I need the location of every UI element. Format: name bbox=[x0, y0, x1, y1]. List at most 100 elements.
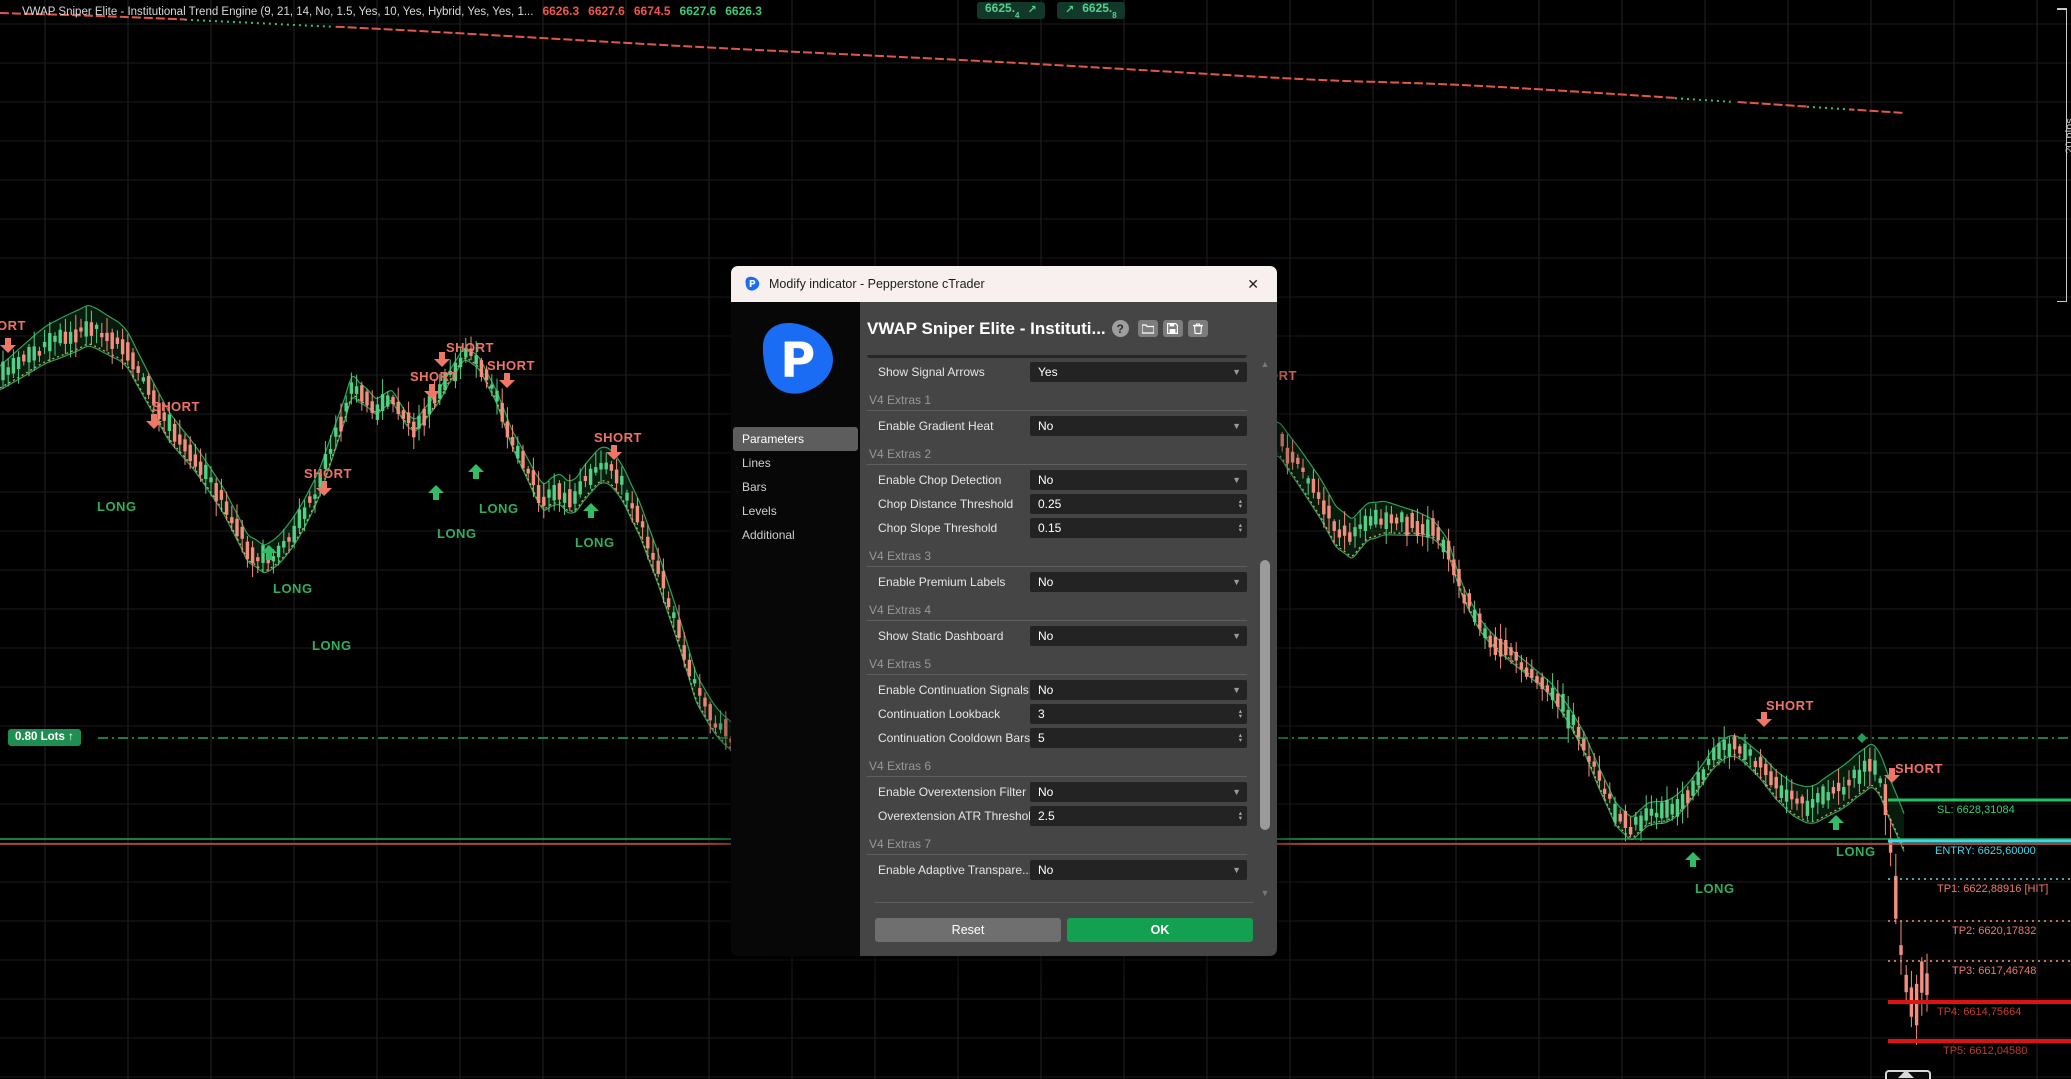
parameter-number-input[interactable]: 5▴▾ bbox=[1030, 728, 1247, 748]
parameter-dropdown[interactable]: No▼ bbox=[1030, 470, 1247, 490]
chevron-down-icon[interactable]: ▼ bbox=[1232, 787, 1247, 797]
scroll-up-icon[interactable]: ▲ bbox=[1259, 359, 1271, 369]
parameters-scroll-area[interactable]: Show Signal ArrowsYes▼V4 Extras 1Enable … bbox=[860, 355, 1277, 902]
sidebar-item-levels[interactable]: Levels bbox=[733, 499, 858, 523]
scrollbar-thumb[interactable] bbox=[1260, 560, 1270, 830]
chevron-down-icon[interactable]: ▼ bbox=[1232, 631, 1247, 641]
indicator-value: 6627.6 bbox=[588, 4, 625, 18]
indicator-value: 6627.6 bbox=[680, 4, 717, 18]
ok-button[interactable]: OK bbox=[1067, 918, 1253, 942]
chevron-down-icon[interactable]: ▼ bbox=[1232, 577, 1247, 587]
section-header: V4 Extras 1 bbox=[860, 384, 1253, 414]
long-arrow-icon bbox=[261, 545, 277, 565]
arrow-up-right-icon: ↗ bbox=[1065, 2, 1074, 19]
parameter-number-input[interactable]: 0.25▴▾ bbox=[1030, 494, 1247, 514]
stepper-arrows-icon[interactable]: ▴▾ bbox=[1239, 499, 1247, 509]
stepper-arrows-icon[interactable]: ▴▾ bbox=[1239, 811, 1247, 821]
sidebar-item-additional[interactable]: Additional bbox=[733, 523, 858, 547]
dialog-scrollbar[interactable]: ▲ ▼ bbox=[1256, 355, 1274, 902]
short-arrow-icon bbox=[499, 373, 515, 393]
parameter-number-input[interactable]: 3▴▾ bbox=[1030, 704, 1247, 724]
chevron-down-icon[interactable]: ▼ bbox=[1232, 421, 1247, 431]
parameter-row: Enable Adaptive Transpare...No▼ bbox=[860, 858, 1253, 882]
parameter-value: Yes bbox=[1030, 365, 1232, 379]
parameter-dropdown[interactable]: No▼ bbox=[1030, 782, 1247, 802]
stepper-arrows-icon[interactable]: ▴▾ bbox=[1239, 733, 1247, 743]
section-header: V4 Extras 5 bbox=[860, 648, 1253, 678]
section-label: V4 Extras 4 bbox=[867, 603, 1247, 617]
level-label-tp3: TP3: 6617,46748 bbox=[1952, 965, 2036, 977]
sidebar-item-bars[interactable]: Bars bbox=[733, 475, 858, 499]
delete-icon[interactable] bbox=[1188, 320, 1208, 337]
parameter-value: No bbox=[1030, 629, 1232, 643]
parameter-label: Show Signal Arrows bbox=[878, 365, 1030, 379]
parameter-dropdown[interactable]: No▼ bbox=[1030, 680, 1247, 700]
level-label-tp5: TP5: 6612,04580 bbox=[1943, 1045, 2027, 1057]
sidebar-item-lines[interactable]: Lines bbox=[733, 451, 858, 475]
section-header: V4 Extras 3 bbox=[860, 540, 1253, 570]
short-arrow-icon bbox=[434, 352, 450, 372]
long-arrow-icon bbox=[583, 503, 599, 523]
sidebar-item-parameters[interactable]: Parameters bbox=[733, 427, 858, 451]
long-signal-label: LONG bbox=[575, 535, 615, 550]
parameter-label: Enable Chop Detection bbox=[878, 473, 1030, 487]
dialog-sidebar: P ParametersLinesBarsLevelsAdditional bbox=[731, 302, 860, 956]
level-label-tp4: TP4: 6614,75664 bbox=[1937, 1006, 2021, 1018]
stepper-arrows-icon[interactable]: ▴▾ bbox=[1239, 523, 1247, 533]
save-icon[interactable] bbox=[1163, 320, 1183, 337]
level-label-sl: SL: 6628,31084 bbox=[1937, 804, 2015, 816]
bid-price-badge[interactable]: 6625.4↗ bbox=[977, 2, 1045, 19]
parameter-label: Chop Slope Threshold bbox=[878, 521, 1030, 535]
chevron-down-icon[interactable]: ▼ bbox=[1232, 475, 1247, 485]
indicator-header: VWAP Sniper Elite - Institutional Trend … bbox=[22, 4, 762, 18]
parameter-dropdown[interactable]: Yes▼ bbox=[1030, 362, 1247, 382]
short-arrow-icon bbox=[316, 481, 332, 501]
scroll-down-icon[interactable]: ▼ bbox=[1259, 888, 1271, 898]
section-header: V4 Extras 7 bbox=[860, 828, 1253, 858]
reset-button[interactable]: Reset bbox=[875, 918, 1061, 942]
dialog-main: VWAP Sniper Elite - Instituti... ? Show … bbox=[860, 302, 1277, 956]
section-label: V4 Extras 3 bbox=[867, 549, 1247, 563]
parameter-number-input[interactable]: 0.15▴▾ bbox=[1030, 518, 1247, 538]
indicator-value: 6626.3 bbox=[725, 4, 762, 18]
parameter-value: No bbox=[1030, 473, 1232, 487]
pepperstone-logo-large: P bbox=[750, 314, 842, 406]
parameter-label: Enable Premium Labels bbox=[878, 575, 1030, 589]
parameter-dropdown[interactable]: No▼ bbox=[1030, 626, 1247, 646]
ask-price-badge[interactable]: ↗6625.8 bbox=[1057, 2, 1125, 19]
lots-badge[interactable]: 0.80 Lots ↑ bbox=[8, 729, 81, 746]
close-icon[interactable]: ✕ bbox=[1241, 274, 1265, 295]
arrow-up-right-icon: ↗ bbox=[1027, 2, 1036, 19]
short-signal-label: SHORT bbox=[487, 358, 535, 373]
section-header: V4 Extras 2 bbox=[860, 438, 1253, 468]
parameter-dropdown[interactable]: No▼ bbox=[1030, 416, 1247, 436]
folder-icon[interactable] bbox=[1138, 320, 1158, 337]
long-signal-label: LONG bbox=[312, 638, 352, 653]
parameter-row: Chop Slope Threshold0.15▴▾ bbox=[860, 516, 1253, 540]
short-signal-label: SHORT bbox=[0, 318, 26, 333]
help-icon[interactable]: ? bbox=[1112, 320, 1129, 337]
chevron-down-icon[interactable]: ▼ bbox=[1232, 367, 1247, 377]
parameter-number-input[interactable]: 2.5▴▾ bbox=[1030, 806, 1247, 826]
section-label: V4 Extras 5 bbox=[867, 657, 1247, 671]
ctrader-window: VWAP Sniper Elite - Institutional Trend … bbox=[0, 0, 2071, 1079]
chevron-down-icon[interactable]: ▼ bbox=[1232, 865, 1247, 875]
parameter-dropdown[interactable]: No▼ bbox=[1030, 572, 1247, 592]
parameter-label: Overextension ATR Threshold bbox=[878, 809, 1030, 823]
indicator-values: 6626.36627.66674.56627.66626.3 bbox=[533, 6, 762, 18]
short-signal-label: SHORT bbox=[446, 340, 494, 355]
chevron-down-icon[interactable]: ▼ bbox=[1232, 685, 1247, 695]
parameter-value: No bbox=[1030, 863, 1232, 877]
parameter-label: Enable Gradient Heat bbox=[878, 419, 1030, 433]
parameter-label: Continuation Cooldown Bars bbox=[878, 731, 1030, 745]
long-arrow-icon bbox=[1685, 852, 1701, 872]
parameter-row: Enable Chop DetectionNo▼ bbox=[860, 468, 1253, 492]
parameter-row: Enable Gradient HeatNo▼ bbox=[860, 414, 1253, 438]
section-divider bbox=[867, 674, 1247, 675]
pips-scale-label: 20 pips bbox=[2064, 106, 2071, 166]
stepper-arrows-icon[interactable]: ▴▾ bbox=[1239, 709, 1247, 719]
long-arrow-icon bbox=[468, 464, 484, 484]
parameter-dropdown[interactable]: No▼ bbox=[1030, 860, 1247, 880]
parameter-value: 5 bbox=[1030, 731, 1239, 745]
dialog-titlebar[interactable]: P Modify indicator - Pepperstone cTrader… bbox=[731, 266, 1277, 302]
